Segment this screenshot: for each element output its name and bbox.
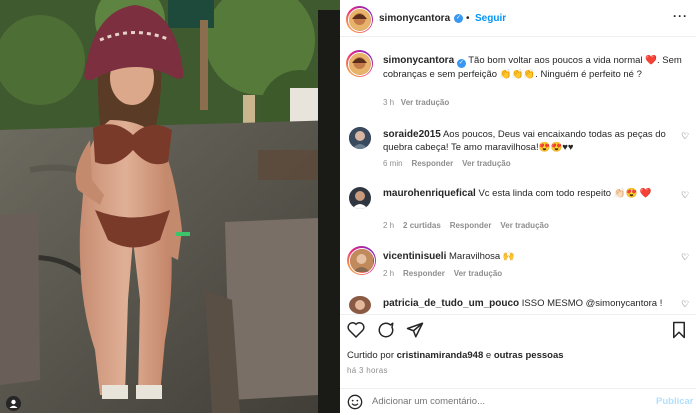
- post-header: simonycantora ✓ • Seguir ···: [340, 0, 696, 37]
- caption-username[interactable]: simonycantora: [383, 55, 454, 66]
- tagged-users-icon[interactable]: [6, 396, 21, 411]
- translate-link[interactable]: Ver tradução: [462, 159, 510, 168]
- header-dot: •: [466, 13, 470, 24]
- comment-text-block: patricia_de_tudo_um_pouco ISSO MESMO @si…: [383, 297, 683, 311]
- comment-meta: 2 h 2 curtidas Responder Ver tradução: [383, 221, 549, 230]
- caption-translate-link[interactable]: Ver tradução: [401, 98, 449, 107]
- verified-badge-icon: ✓: [454, 14, 463, 23]
- post-detail-panel: simonycantora ✓ • Seguir ··· simonycanto…: [340, 0, 696, 413]
- comment-avatar[interactable]: [347, 246, 376, 275]
- liked-by-prefix: Curtido por: [347, 350, 394, 361]
- reply-button[interactable]: Responder: [403, 269, 445, 278]
- likes-count[interactable]: 2 curtidas: [403, 221, 441, 230]
- caption-avatar[interactable]: [346, 50, 373, 77]
- comment-text-block: vicentinisueli Maravilhosa 🙌: [383, 250, 673, 263]
- comment-text-block: maurohenriquefical Vc esta linda com tod…: [383, 187, 673, 200]
- comment-age: 2 h: [383, 269, 395, 278]
- liked-by-user[interactable]: cristinamiranda948: [397, 350, 484, 361]
- comment-input[interactable]: [372, 393, 632, 410]
- reply-button[interactable]: Responder: [450, 221, 492, 230]
- translate-link[interactable]: Ver tradução: [454, 269, 502, 278]
- more-options-icon[interactable]: ···: [673, 9, 688, 23]
- comment-username[interactable]: patricia_de_tudo_um_pouco: [383, 298, 519, 309]
- caption-age: 3 h: [383, 98, 395, 107]
- caption-text-block: simonycantora ✓ Tão bom voltar aos pouco…: [383, 54, 683, 81]
- comment-username[interactable]: soraide2015: [383, 129, 441, 140]
- publish-button[interactable]: Publicar: [656, 396, 694, 407]
- translate-link[interactable]: Ver tradução: [500, 221, 548, 230]
- comment-meta: 2 h Responder Ver tradução: [383, 269, 502, 278]
- comment-avatar[interactable]: [349, 127, 371, 149]
- comment-meta: 6 min Responder Ver tradução: [383, 159, 511, 168]
- verified-badge-icon: ✓: [456, 59, 466, 68]
- comment-text: Vc esta linda com todo respeito 👏🏻😍 ❤️: [478, 188, 652, 199]
- liked-by-conj: e: [485, 350, 492, 361]
- post-image: [0, 0, 340, 413]
- comment-username[interactable]: maurohenriquefical: [383, 188, 476, 199]
- smiley-icon[interactable]: [347, 394, 363, 415]
- bookmark-icon[interactable]: [671, 321, 687, 344]
- comment-avatar[interactable]: [349, 187, 371, 209]
- comment-username[interactable]: vicentinisueli: [383, 251, 446, 262]
- action-bar: [340, 314, 696, 345]
- add-comment-bar: Publicar: [340, 388, 696, 414]
- comment-icon[interactable]: [377, 321, 395, 344]
- heart-icon[interactable]: [347, 321, 365, 343]
- author-avatar[interactable]: [346, 6, 373, 33]
- comment-like-heart-icon[interactable]: ♡: [681, 252, 689, 263]
- follow-button[interactable]: Seguir: [475, 13, 506, 24]
- post-timestamp: há 3 horas: [347, 366, 388, 375]
- caption-meta: 3 h Ver tradução: [383, 98, 449, 107]
- comment-text: Maravilhosa 🙌: [449, 251, 515, 262]
- paper-plane-icon[interactable]: [406, 321, 424, 344]
- comment-text-block: soraide2015 Aos poucos, Deus vai encaixa…: [383, 128, 673, 154]
- author-username[interactable]: simonycantora: [379, 13, 450, 24]
- liked-by-others[interactable]: outras pessoas: [494, 350, 564, 361]
- comment-avatar[interactable]: [349, 296, 371, 314]
- comment-like-heart-icon[interactable]: ♡: [681, 131, 689, 142]
- comment-age: 6 min: [383, 159, 403, 168]
- comment-text: ISSO MESMO @simonycantora !: [521, 298, 663, 309]
- liked-by-line: Curtido por cristinamiranda948 e outras …: [347, 350, 564, 361]
- reply-button[interactable]: Responder: [411, 159, 453, 168]
- comment-like-heart-icon[interactable]: ♡: [681, 299, 689, 310]
- comment-like-heart-icon[interactable]: ♡: [681, 190, 689, 201]
- post-photo[interactable]: [0, 0, 340, 413]
- comment-age: 2 h: [383, 221, 395, 230]
